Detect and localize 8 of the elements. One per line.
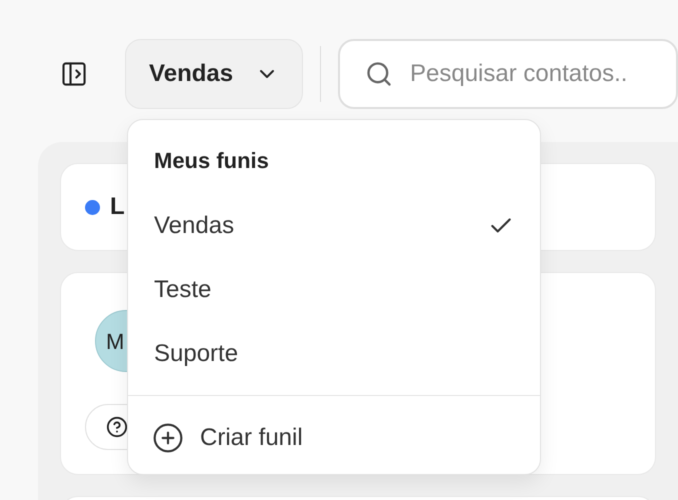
column-title: L (110, 192, 125, 222)
menu-heading: Meus funis (154, 147, 269, 175)
funnel-dropdown-button[interactable]: Vendas (125, 39, 304, 109)
plus-circle-icon (152, 422, 184, 454)
create-funnel-button[interactable]: Criar funil (130, 406, 538, 470)
search-icon (365, 60, 393, 88)
question-icon (106, 416, 128, 438)
search-field[interactable]: Pesquisar contatos.. (338, 39, 678, 109)
